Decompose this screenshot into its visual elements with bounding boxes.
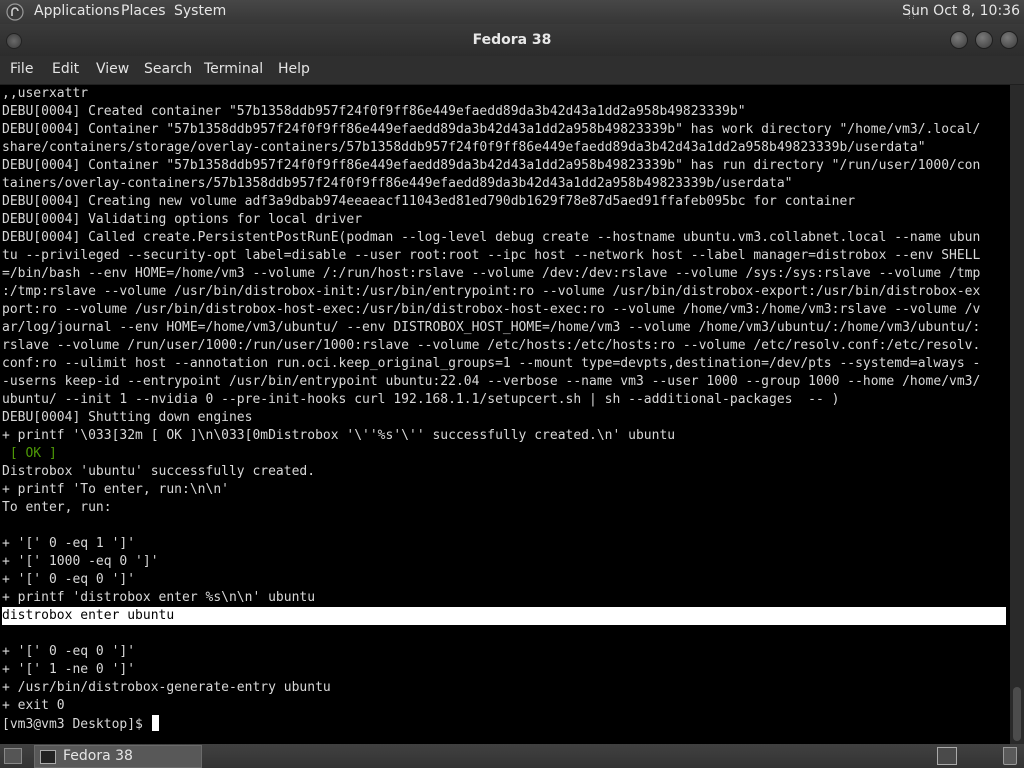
bottom-panel: Fedora 38 bbox=[0, 744, 1024, 768]
menu-edit[interactable]: Edit bbox=[52, 61, 79, 77]
maximize-button[interactable] bbox=[975, 31, 993, 49]
terminal-line: + printf 'To enter, run:\n\n' bbox=[2, 482, 229, 497]
terminal-line: + '[' 0 -eq 1 ']' bbox=[2, 536, 136, 551]
terminal-output[interactable]: ,,userxattr DEBU[0004] Created container … bbox=[0, 85, 1010, 744]
trash-icon[interactable] bbox=[1003, 747, 1017, 765]
terminal-line: DEBU[0004] Validating options for local … bbox=[2, 212, 363, 227]
terminal-line: DEBU[0004] Container "57b1358ddb957f24f0… bbox=[2, 158, 981, 173]
terminal-line: ubuntu/ --init 1 --nvidia 0 --pre-init-h… bbox=[2, 392, 840, 407]
terminal-line: To enter, run: bbox=[2, 500, 112, 515]
text-cursor bbox=[151, 715, 159, 731]
terminal-line: + printf 'distrobox enter %s\n\n' ubuntu bbox=[2, 590, 316, 605]
terminal-scrollbar[interactable] bbox=[1010, 85, 1024, 744]
terminal-line: -userns keep-id --entrypoint /usr/bin/en… bbox=[2, 374, 981, 389]
terminal-line: ar/log/journal --env HOME=/home/vm3/ubun… bbox=[2, 320, 981, 335]
terminal-line: + '[' 1000 -eq 0 ']' bbox=[2, 554, 159, 569]
terminal-line: + exit 0 bbox=[2, 698, 65, 713]
shell-prompt: [vm3@vm3 Desktop]$ bbox=[2, 717, 151, 732]
terminal-line: =/bin/bash --env HOME=/home/vm3 --volume… bbox=[2, 266, 981, 281]
terminal-line: + '[' 0 -eq 0 ']' bbox=[2, 644, 136, 659]
terminal-line: ,,userxattr bbox=[2, 86, 89, 101]
terminal-line: rslave --volume /run/user/1000:/run/user… bbox=[2, 338, 981, 353]
window-titlebar[interactable]: Fedora 38 bbox=[0, 24, 1024, 56]
terminal-line: conf:ro --ulimit host --annotation run.o… bbox=[2, 356, 981, 371]
fedora-logo-icon[interactable] bbox=[6, 3, 24, 21]
terminal-lines: ,,userxattr DEBU[0004] Created container … bbox=[2, 85, 1006, 733]
terminal-line: Distrobox 'ubuntu' successfully created. bbox=[2, 464, 316, 479]
menu-search[interactable]: Search bbox=[144, 61, 192, 77]
places-menu[interactable]: Places bbox=[121, 3, 166, 19]
terminal-line: + '[' 1 -ne 0 ']' bbox=[2, 662, 136, 677]
menu-help[interactable]: Help bbox=[278, 61, 310, 77]
show-desktop-icon[interactable] bbox=[4, 748, 22, 764]
menu-terminal[interactable]: Terminal bbox=[204, 61, 263, 77]
menu-view[interactable]: View bbox=[96, 61, 129, 77]
terminal-line: :/tmp:rslave --volume /usr/bin/distrobox… bbox=[2, 284, 981, 299]
terminal-line: [ OK ] bbox=[2, 446, 57, 461]
terminal-line: + printf '\033[32m [ OK ]\n\033[0mDistro… bbox=[2, 428, 676, 443]
terminal-icon bbox=[40, 750, 56, 764]
terminal-line: tainers/overlay-containers/57b1358ddb957… bbox=[2, 176, 793, 191]
terminal-line: + /usr/bin/distrobox-generate-entry ubun… bbox=[2, 680, 331, 695]
terminal-line: DEBU[0004] Shutting down engines bbox=[2, 410, 253, 425]
shell-prompt-line[interactable]: [vm3@vm3 Desktop]$ bbox=[2, 715, 1006, 733]
terminal-line: tu --privileged --security-opt label=dis… bbox=[2, 248, 981, 263]
terminal-line: DEBU[0004] Creating new volume adf3a9dba… bbox=[2, 194, 856, 209]
terminal-line: DEBU[0004] Called create.PersistentPostR… bbox=[2, 230, 981, 245]
terminal-line: + '[' 0 -eq 0 ']' bbox=[2, 572, 136, 587]
minimize-button[interactable] bbox=[950, 31, 968, 49]
terminal-line: port:ro --volume /usr/bin/distrobox-host… bbox=[2, 302, 981, 317]
applications-menu[interactable]: Applications bbox=[34, 3, 120, 19]
window-title: Fedora 38 bbox=[472, 32, 552, 48]
system-menu[interactable]: System bbox=[174, 3, 226, 19]
close-button[interactable] bbox=[1000, 31, 1018, 49]
scrollbar-thumb[interactable] bbox=[1013, 687, 1021, 741]
terminal-line: share/containers/storage/overlay-contain… bbox=[2, 140, 926, 155]
menu-file[interactable]: File bbox=[10, 61, 33, 77]
taskbar-item-terminal[interactable]: Fedora 38 bbox=[34, 745, 202, 768]
terminal-line: DEBU[0004] Created container "57b1358ddb… bbox=[2, 104, 746, 119]
selected-terminal-line: distrobox enter ubuntu bbox=[2, 607, 1006, 625]
taskbar-item-label: Fedora 38 bbox=[63, 748, 133, 764]
top-panel: Applications Places System Sun Oct 8, 10… bbox=[0, 0, 1024, 24]
terminal-line: DEBU[0004] Container "57b1358ddb957f24f0… bbox=[2, 122, 981, 137]
clock[interactable]: Sun Oct 8, 10:36 bbox=[902, 3, 1020, 19]
terminal-menubar: File Edit View Search Terminal Help bbox=[0, 56, 1024, 85]
workspace-switcher-icon[interactable] bbox=[937, 747, 957, 765]
